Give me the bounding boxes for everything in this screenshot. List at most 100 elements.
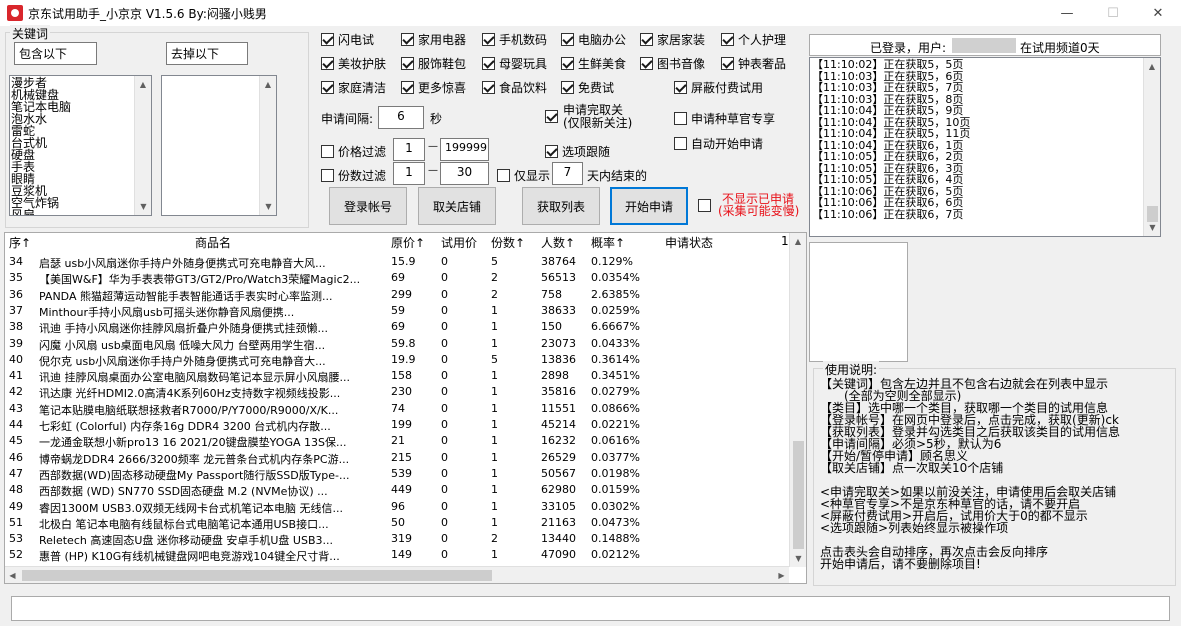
product-table[interactable]: 序↑ 商品名 原价↑ 试用价 份数↑ 人数↑ 概率↑ 申请状态 1 34 启瑟 usb小风扇迷你手… [4,232,807,584]
table-row[interactable]: 38 讯迪 手持小风扇迷你挂脖风扇折叠户外随身便携式挂颈懒... 69 0 1 150 6.… [5,318,795,335]
category-checkbox[interactable]: 屏蔽付费试用 [674,79,763,96]
include-list-scrollbar[interactable]: ▲ ▼ [134,76,151,215]
category-checkbox[interactable]: 家用电器 [401,31,466,48]
table-row[interactable]: 43 笔记本贴膜电脑纸联想拯救者R7000/P/Y7000/R9000/X/K..… [5,400,795,417]
category-checkbox[interactable]: 食品饮料 [482,79,547,96]
table-row[interactable]: 35 【美国W&F】华为手表表带GT3/GT2/Pro/Watch3荣耀Magic… [5,269,795,286]
category-checkbox[interactable]: 家居家装 [640,31,705,48]
price-max-input[interactable]: 199999 [440,138,489,161]
table-row[interactable]: 42 讯达康 光纤HDMI2.0高清4K系列60Hz支持数字视频线投影... 230… [5,383,795,400]
table-row[interactable]: 51 北极白 笔记本电脑有线鼠标台式电脑笔记本通用USB接口... 50 0 1 2116… [5,514,795,531]
category-checkbox[interactable]: 更多惊喜 [401,79,466,96]
category-checkbox[interactable]: 闪电试 [321,31,374,48]
scroll-up-icon[interactable]: ▲ [135,76,151,93]
table-cell: 0 [441,401,448,415]
column-header[interactable]: 1 [781,234,789,252]
column-header[interactable]: 申请状态 [665,234,713,252]
channel-days-text: 在试用频道0天 [1020,41,1100,55]
checkbox-checked-icon [482,33,495,46]
scroll-left-icon[interactable]: ◀ [5,567,20,583]
category-checkbox[interactable]: 母婴玩具 [482,55,547,72]
category-checkbox[interactable]: 家庭清洁 [321,79,386,96]
include-keyword-input[interactable]: 包含以下 [14,42,97,65]
column-header[interactable]: 人数↑ [541,234,575,252]
price-min-input[interactable]: 1 [393,138,425,161]
activity-log[interactable]: 【11:10:02】正在获取5，5页 【11:10:03】正在获取5，6页 【11:… [809,57,1161,237]
only-show-checkbox[interactable]: 仅显示 [497,167,550,184]
close-button[interactable]: ✕ [1135,0,1181,26]
category-checkbox[interactable]: 钟表奢品 [721,55,786,72]
auto-unfollow-label-line2: (仅限新关注) [563,116,633,130]
login-button[interactable]: 登录帐号 [329,187,407,225]
table-row[interactable]: 46 博帝蜗龙DDR4 2666/3200频率 龙元普条台式机内存条PC游... 2… [5,449,795,466]
unfollow-shops-button[interactable]: 取关店铺 [418,187,496,225]
scroll-down-icon[interactable]: ▼ [260,198,276,215]
table-row[interactable]: 53 Reletech 高速固态U盘 迷你移动硬盘 安卓手机U盘 USB3... 3… [5,530,795,547]
scroll-down-icon[interactable]: ▼ [1144,219,1160,236]
table-row[interactable]: 49 睿因1300M USB3.0双频无线网卡台式机笔记本电脑 无线信... 96 0… [5,498,795,515]
table-horizontal-scrollbar[interactable]: ◀ ▶ [5,566,789,583]
scroll-down-icon[interactable]: ▼ [790,550,806,567]
column-header[interactable]: 概率↑ [591,234,625,252]
get-list-button[interactable]: 获取列表 [522,187,600,225]
table-row[interactable]: 45 一龙通金联想小新pro13 16 2021/20键盘膜垫YOGA 13S保.… [5,432,795,449]
table-row[interactable]: 40 倪尔克 usb小风扇迷你手持户外随身便携式可充电静音大... 19.9 0 5 13… [5,351,795,368]
scroll-thumb[interactable] [793,441,804,549]
title-bar[interactable]: 京东试用助手_小京京 V1.5.6 By:闷骚小贱男 — ☐ ✕ [0,0,1181,26]
table-vertical-scrollbar[interactable]: ▲ ▼ [789,233,806,567]
count-max-input[interactable]: 30 [440,162,489,185]
category-checkbox[interactable]: 个人护理 [721,31,786,48]
column-header[interactable]: 份数↑ [491,234,525,252]
table-row[interactable]: 37 Minthour手持小风扇usb可摇头迷你静音风扇便携... 59 0 1 3863… [5,302,795,319]
category-checkbox[interactable]: 生鲜美食 [561,55,626,72]
category-checkbox[interactable]: 电脑办公 [561,31,626,48]
table-row[interactable]: 36 PANDA 熊猫超薄运动智能手表智能通话手表实时心率监测... 299 0 2 75… [5,286,795,303]
scroll-up-icon[interactable]: ▲ [260,76,276,93]
exclude-keyword-input[interactable]: 去掉以下 [166,42,248,65]
column-header[interactable]: 试用价 [441,234,477,252]
interval-input[interactable]: 6 [378,106,424,129]
start-apply-button[interactable]: 开始申请 [610,187,688,225]
category-checkbox[interactable]: 手机数码 [482,31,547,48]
table-row[interactable]: 48 西部数据 (WD) SN770 SSD固态硬盘 M.2 (NVMe协议) .… [5,481,795,498]
scroll-down-icon[interactable]: ▼ [135,198,151,215]
table-cell: 50 [391,515,405,529]
table-row[interactable]: 41 讯迪 挂脖风扇桌面办公室电脑风扇数码笔记本显示屏小风扇腰... 158 0 1 28… [5,367,795,384]
category-checkbox[interactable]: 服饰鞋包 [401,55,466,72]
table-cell: 42 [9,385,23,399]
table-row[interactable]: 47 西部数据(WD)固态移动硬盘My Passport随行版SSD版Type-.… [5,465,795,482]
scroll-thumb[interactable] [22,570,492,581]
column-header[interactable]: 商品名 [195,234,231,252]
column-header[interactable]: 原价↑ [391,234,425,252]
table-row[interactable]: 52 惠普 (HP) K10G有线机械键盘网吧电竞游戏104键全尺寸背... 149… [5,546,795,563]
category-checkbox[interactable]: 免费试 [561,79,614,96]
scroll-up-icon[interactable]: ▲ [790,233,806,250]
count-filter-checkbox[interactable]: 份数过滤 [321,167,386,184]
table-row[interactable]: 39 闪魔 小风扇 usb桌面电风扇 低噪大风力 台壁两用学生宿... 59.8 0 1… [5,335,795,352]
option-follow-checkbox[interactable]: 选项跟随 [545,143,610,160]
exclude-list-scrollbar[interactable]: ▲ ▼ [259,76,276,215]
price-filter-checkbox[interactable]: 价格过滤 [321,143,386,160]
auto-start-checkbox[interactable]: 自动开始申请 [674,135,763,152]
days-input[interactable]: 7 [552,162,583,185]
minimize-button[interactable]: — [1044,0,1090,26]
hide-applied-checkbox[interactable] [698,199,715,212]
table-row[interactable]: 34 启瑟 usb小风扇迷你手持户外随身便携式可充电静音大风... 15.9 0 5 38… [5,253,795,270]
login-status-bar: 已登录，用户: 在试用频道0天 [809,34,1161,56]
include-keyword-list[interactable]: 漫步者 机械键盘 笔记本电脑 泡水水 雷蛇 台式机 硬盘 手表 眼睛 豆浆机 空气炸锅 风扇 ▲ ▼ [9,75,152,216]
list-item[interactable]: 风扇 [10,209,134,215]
maximize-button[interactable]: ☐ [1090,0,1136,26]
scroll-right-icon[interactable]: ▶ [774,567,789,583]
count-min-input[interactable]: 1 [393,162,425,185]
log-line: 【11:10:04】正在获取5，11页 [812,127,971,140]
category-label: 钟表奢品 [738,57,787,71]
log-scrollbar[interactable]: ▲ ▼ [1143,58,1160,236]
auto-unfollow-checkbox[interactable] [545,110,562,123]
exclude-keyword-list[interactable]: ▲ ▼ [161,75,277,216]
category-checkbox[interactable]: 美妆护肤 [321,55,386,72]
seed-officer-checkbox[interactable]: 申请种草官专享 [674,110,775,127]
scroll-up-icon[interactable]: ▲ [1144,58,1160,75]
category-checkbox[interactable]: 图书音像 [640,55,705,72]
column-header[interactable]: 序↑ [9,234,31,252]
table-row[interactable]: 44 七彩虹 (Colorful) 内存条16g DDR4 3200 台式机内存散… [5,416,795,433]
